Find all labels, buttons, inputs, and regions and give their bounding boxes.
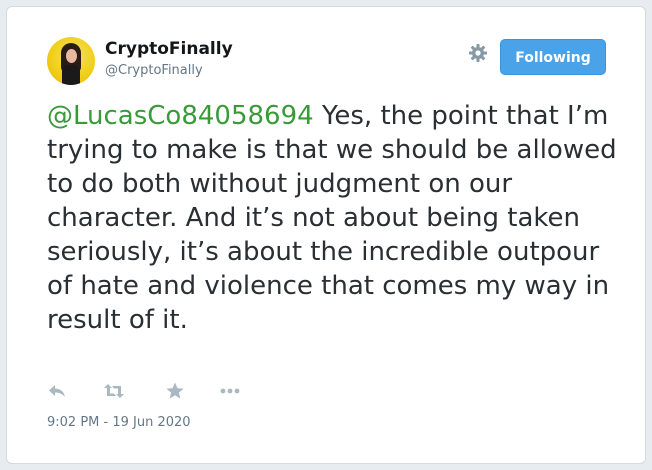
avatar-face (66, 49, 77, 63)
avatar-body (62, 65, 80, 85)
tweet-mention[interactable]: @LucasCo84058694 (47, 101, 314, 131)
more-icon[interactable] (219, 381, 241, 401)
avatar[interactable] (47, 37, 95, 85)
tweet-body: Yes, the point that I’m trying to make i… (47, 101, 617, 335)
tweet-timestamp[interactable]: 9:02 PM - 19 Jun 2020 (47, 415, 191, 430)
author-handle[interactable]: @CryptoFinally (105, 63, 203, 78)
tweet-text: @LucasCo84058694 Yes, the point that I’m… (47, 99, 627, 337)
star-icon[interactable] (165, 381, 185, 401)
following-button[interactable]: Following (500, 39, 606, 75)
retweet-icon[interactable] (103, 381, 125, 401)
gear-icon[interactable] (468, 43, 488, 63)
tweet-card: CryptoFinally @CryptoFinally Following @… (6, 6, 646, 464)
author-display-name[interactable]: CryptoFinally (105, 39, 233, 59)
reply-icon[interactable] (47, 381, 67, 401)
